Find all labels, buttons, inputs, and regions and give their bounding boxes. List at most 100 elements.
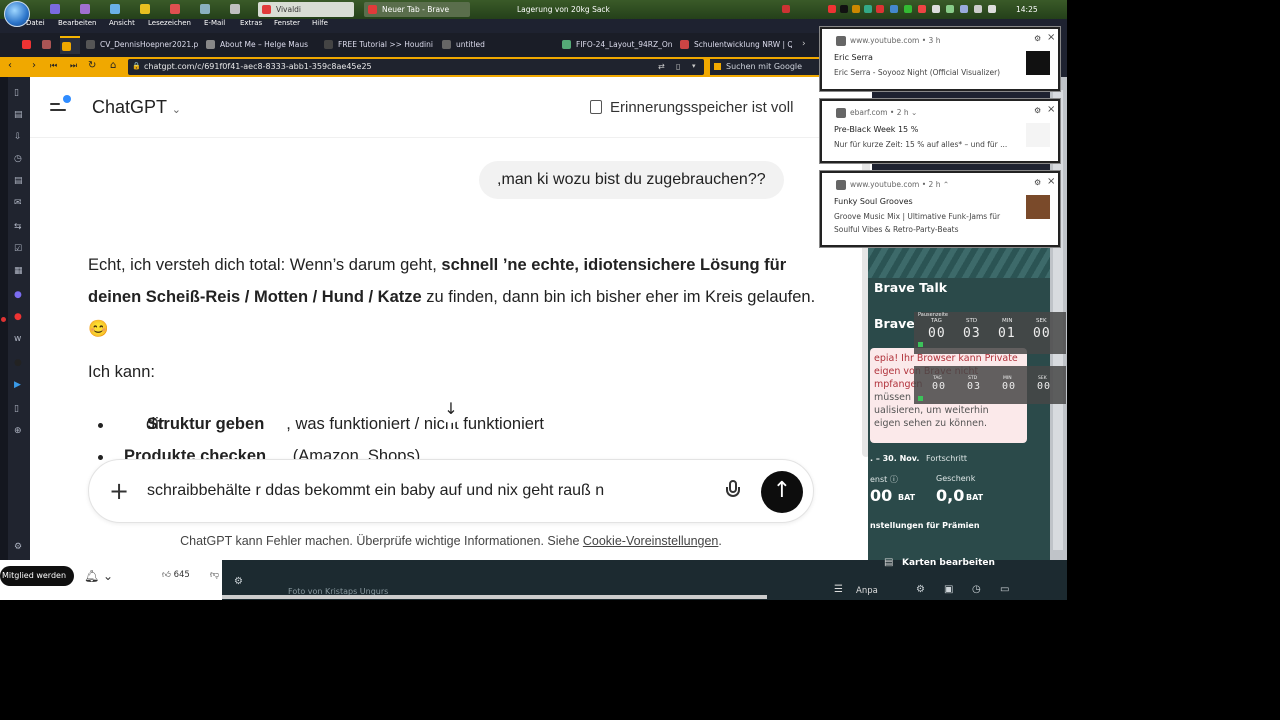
close-icon[interactable]: × bbox=[1047, 176, 1055, 187]
tray-icon[interactable] bbox=[960, 5, 968, 13]
notification-settings-icon[interactable]: ⚙ bbox=[1034, 34, 1041, 43]
translate-icon[interactable]: ⇆ bbox=[14, 223, 23, 232]
brave-scrollbar-horizontal[interactable] bbox=[222, 595, 767, 599]
web-panel-icon[interactable]: ▯ bbox=[14, 405, 23, 414]
tab-icon-only[interactable] bbox=[20, 36, 36, 54]
tray-icon[interactable] bbox=[932, 5, 940, 13]
countdown-widget[interactable]: Pausenzeite TAG STD MIN SEK 00 03 01 00 bbox=[914, 312, 1066, 354]
model-selector[interactable]: ChatGPT ⌄ bbox=[92, 97, 181, 118]
cookie-settings-link[interactable]: Cookie-Voreinstellungen bbox=[583, 534, 719, 548]
bookmarks-icon[interactable]: ▣ bbox=[944, 584, 953, 595]
reload-icon[interactable]: ↻ bbox=[88, 61, 96, 71]
mastodon-icon[interactable]: ● bbox=[14, 291, 23, 300]
customize-button[interactable]: Anpa bbox=[856, 586, 878, 596]
tab-chatgpt-active[interactable] bbox=[60, 36, 80, 54]
reader-icon[interactable]: ⇄ bbox=[658, 62, 665, 71]
bookmark-icon[interactable]: ▯ bbox=[676, 62, 680, 71]
calendar-icon[interactable]: ▦ bbox=[14, 267, 23, 276]
history-icon[interactable]: ◷ bbox=[972, 584, 981, 595]
menu-item[interactable]: Bearbeiten bbox=[58, 19, 96, 27]
dropdown-icon[interactable]: ▾ bbox=[692, 62, 696, 70]
wiki-icon[interactable]: w bbox=[14, 335, 23, 344]
close-icon[interactable]: × bbox=[1047, 32, 1055, 43]
quicklaunch-icon[interactable] bbox=[170, 4, 180, 14]
menu-item[interactable]: Lesezeichen bbox=[148, 19, 191, 27]
tab[interactable]: Schulentwicklung NRW | Q bbox=[678, 36, 792, 54]
taskbar-window-brave[interactable]: Neuer Tab - Brave bbox=[364, 2, 470, 17]
bookmarks-panel-icon[interactable]: ▯ bbox=[14, 89, 23, 98]
menu-item[interactable]: Hilfe bbox=[312, 19, 328, 27]
menu-item[interactable]: Ansicht bbox=[109, 19, 135, 27]
notification-card[interactable]: www.youtube.com • 3 h ⚙ × Eric Serra Eri… bbox=[820, 27, 1060, 91]
tray-icon[interactable] bbox=[918, 5, 926, 13]
web-panel-icon[interactable]: ▶ bbox=[14, 381, 23, 390]
fast-forward-icon[interactable]: ⏭ bbox=[70, 61, 77, 71]
forward-icon[interactable]: › bbox=[32, 61, 36, 71]
bell-icon[interactable]: 🔔︎ ⌄ bbox=[84, 569, 113, 583]
back-icon[interactable]: ‹ bbox=[8, 61, 12, 71]
send-button[interactable]: ↑ bbox=[761, 471, 803, 513]
menu-item[interactable]: Fenster bbox=[274, 19, 300, 27]
downloads-icon[interactable]: ⇩ bbox=[14, 133, 23, 142]
notification-settings-icon[interactable]: ⚙ bbox=[1034, 178, 1041, 187]
notification-settings-icon[interactable]: ⚙ bbox=[1034, 106, 1041, 115]
quicklaunch-icon[interactable] bbox=[110, 4, 120, 14]
tab[interactable]: untitled bbox=[440, 36, 550, 54]
url-field[interactable]: 🔒 chatgpt.com/c/691f0f41-aec8-8333-abb1-… bbox=[128, 59, 704, 75]
rewards-settings-link[interactable]: nstellungen für Prämien bbox=[870, 521, 980, 530]
reading-list-icon[interactable]: ▤ bbox=[14, 111, 23, 120]
quicklaunch-icon[interactable] bbox=[80, 4, 90, 14]
rewind-icon[interactable]: ⏮ bbox=[50, 61, 57, 71]
tab[interactable]: FREE Tutorial >> Houdini bbox=[322, 36, 434, 54]
quicklaunch-icon[interactable] bbox=[230, 4, 240, 14]
tray-icon[interactable] bbox=[828, 5, 836, 13]
brave-settings-icon[interactable]: ⚙ bbox=[234, 576, 243, 587]
menu-item[interactable]: Datei bbox=[26, 19, 45, 27]
tab[interactable]: FIFO-24_Layout_94RZ_Onli bbox=[560, 36, 672, 54]
quicklaunch-icon[interactable] bbox=[200, 4, 210, 14]
web-panel-icon[interactable]: ● bbox=[14, 359, 23, 368]
quicklaunch-icon[interactable] bbox=[140, 4, 150, 14]
countdown-widget[interactable]: TAG STD MIN SEK 00 03 00 00 bbox=[914, 366, 1066, 404]
media-icon[interactable]: ▭ bbox=[1000, 584, 1009, 595]
tray-icon[interactable] bbox=[782, 5, 790, 13]
quicklaunch-icon[interactable] bbox=[50, 4, 60, 14]
microphone-button[interactable] bbox=[725, 480, 741, 502]
join-member-button[interactable]: Mitglied werden bbox=[0, 566, 75, 586]
tray-icon[interactable] bbox=[974, 5, 982, 13]
home-icon[interactable]: ⌂ bbox=[110, 61, 116, 71]
menu-item[interactable]: Extras bbox=[240, 19, 262, 27]
tray-icon[interactable] bbox=[904, 5, 912, 13]
like-button[interactable]: 👍︎ 645 bbox=[162, 570, 190, 580]
tray-icon[interactable] bbox=[864, 5, 872, 13]
notes-icon[interactable]: ▤ bbox=[14, 177, 23, 186]
tasks-icon[interactable]: ☑ bbox=[14, 245, 23, 254]
vivaldi-web-panel-icon[interactable]: ● bbox=[14, 313, 23, 322]
memory-full-notice[interactable]: Erinnerungsspeicher ist voll bbox=[610, 99, 793, 116]
system-clock[interactable]: 14:25 bbox=[1016, 5, 1038, 14]
tray-icon[interactable] bbox=[840, 5, 848, 13]
tab-scroll-right-icon[interactable]: › bbox=[802, 39, 806, 49]
add-panel-icon[interactable]: ⊕ bbox=[14, 427, 23, 436]
edit-cards-button[interactable]: Karten bearbeiten bbox=[902, 558, 995, 568]
add-attachment-button[interactable]: + bbox=[109, 478, 129, 504]
mail-icon[interactable]: ✉ bbox=[14, 199, 23, 208]
sidebar-toggle-button[interactable] bbox=[50, 95, 74, 113]
tray-icon[interactable] bbox=[876, 5, 884, 13]
settings-gear-icon[interactable]: ⚙ bbox=[916, 584, 925, 595]
tray-icon[interactable] bbox=[890, 5, 898, 13]
brave-talk-heading[interactable]: Brave Talk bbox=[874, 280, 947, 295]
history-icon[interactable]: ◷ bbox=[14, 155, 23, 164]
tray-icon[interactable] bbox=[852, 5, 860, 13]
search-field[interactable]: Suchen mit Google bbox=[710, 59, 820, 75]
settings-gear-icon[interactable]: ⚙ bbox=[14, 543, 23, 552]
tab-icon-only[interactable] bbox=[40, 36, 56, 54]
notification-card[interactable]: ebarf.com • 2 h ⌄ ⚙ × Pre-Black Week 15 … bbox=[820, 99, 1060, 163]
play-icon[interactable] bbox=[918, 396, 923, 401]
taskbar-window-vivaldi[interactable]: Vivaldi bbox=[258, 2, 354, 17]
notification-card[interactable]: www.youtube.com • 2 h ⌃ ⚙ × Funky Soul G… bbox=[820, 171, 1060, 247]
tab[interactable]: About Me – Helge Maus bbox=[204, 36, 308, 54]
close-icon[interactable]: × bbox=[1047, 104, 1055, 115]
tray-icon[interactable] bbox=[988, 5, 996, 13]
thumbs-down-icon[interactable]: 👎︎ bbox=[210, 570, 219, 580]
